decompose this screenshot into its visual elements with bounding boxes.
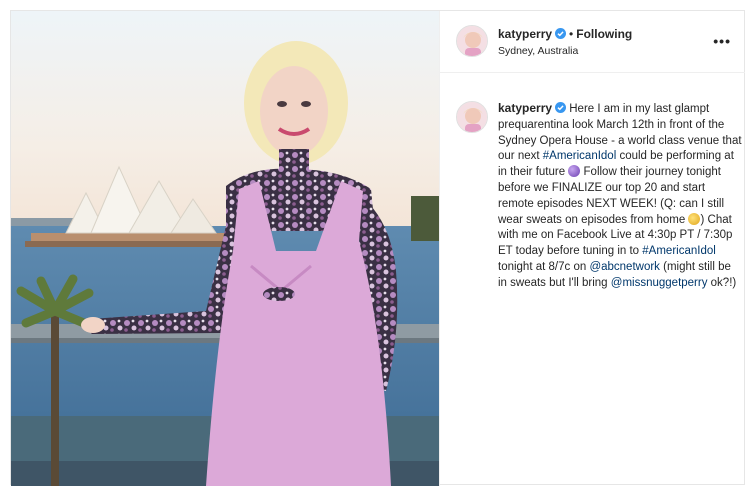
username-link[interactable]: katyperry [498,27,552,41]
photo-illustration [11,11,439,486]
crystal-ball-emoji-icon [568,165,581,178]
verified-badge-icon [555,102,567,113]
following-button[interactable]: Following [576,27,632,41]
avatar-image [457,26,487,56]
more-options-icon[interactable]: ••• [713,33,731,49]
location-link[interactable]: Sydney, Australia [498,45,578,57]
mention-link[interactable]: @missnuggetperry [611,277,708,289]
grimace-emoji-icon [688,212,701,225]
caption-username-link[interactable]: katyperry [498,101,552,115]
caption-text: katyperry Here I am in my last glampt pr… [498,101,742,292]
avatar-image [457,102,487,132]
caption-part-7: ok?!) [707,276,737,289]
header-user-line: katyperry • Following [498,27,632,41]
hashtag-link[interactable]: #AmericanIdol [543,150,617,162]
post-header: katyperry • Following Sydney, Australia ••… [440,11,745,73]
hashtag-link[interactable]: #AmericanIdol [642,245,716,257]
post-side-panel: katyperry • Following Sydney, Australia ••… [439,11,745,486]
post-photo[interactable] [11,11,439,486]
avatar[interactable] [456,25,488,57]
instagram-post: katyperry • Following Sydney, Australia ••… [10,10,745,486]
separator-dot: • [569,27,574,41]
verified-badge-icon [555,28,567,39]
caption-avatar[interactable] [456,101,488,133]
mention-link[interactable]: @abcnetwork [589,261,659,273]
caption-part-5: tonight at 8/7c on [498,260,590,273]
